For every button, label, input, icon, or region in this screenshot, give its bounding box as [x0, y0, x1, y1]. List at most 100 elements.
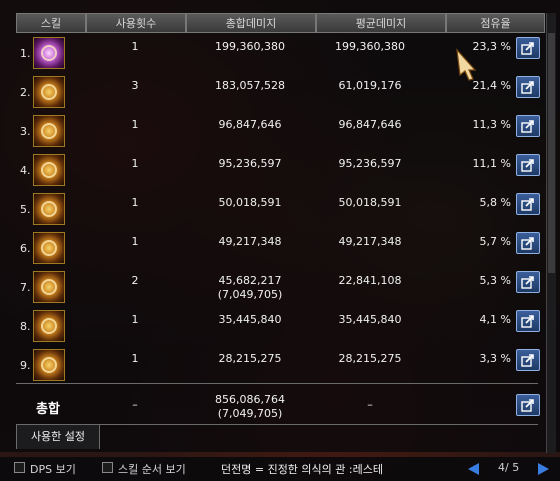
export-icon: [521, 354, 534, 367]
row-total-value: 49,217,348: [218, 235, 282, 248]
row-export-button[interactable]: [516, 76, 540, 98]
scrollbar-thumb[interactable]: [548, 33, 555, 273]
row-total-damage: 35,445,840: [190, 313, 310, 327]
starburst-skill-icon[interactable]: [33, 310, 65, 342]
table-row: 6. 1 49,217,348 49,217,348 5,7 %: [0, 230, 545, 269]
row-export-button[interactable]: [516, 232, 540, 254]
summary-total: 856,086,764 (7,049,705): [190, 393, 310, 421]
row-total-damage: 28,215,275: [190, 352, 310, 366]
row-avg-damage: 49,217,348: [338, 235, 402, 248]
row-total-value: 50,018,591: [218, 196, 282, 209]
fire-dash-skill-icon[interactable]: [33, 349, 65, 381]
target-skill-icon[interactable]: [33, 154, 65, 186]
row-total-damage: 183,057,528: [190, 79, 310, 93]
row-uses: 1: [131, 118, 139, 131]
page-indicator: 4/ 5: [498, 461, 520, 474]
row-uses: 1: [131, 196, 139, 209]
table-row: 8. 1 35,445,840 35,445,840 4,1 %: [0, 308, 545, 347]
row-share: 5,8 %: [479, 196, 511, 209]
row-share: 4,1 %: [479, 313, 511, 326]
row-total-damage: 49,217,348: [190, 235, 310, 249]
export-icon: [521, 276, 534, 289]
row-export-button[interactable]: [516, 37, 540, 59]
row-total-value: 95,236,597: [218, 157, 282, 170]
summary-uses: –: [132, 398, 138, 411]
row-avg-damage: 199,360,380: [335, 40, 405, 53]
purple-skill-icon[interactable]: [33, 37, 65, 69]
summary-avg: –: [367, 398, 373, 411]
export-icon: [521, 315, 534, 328]
row-share: 11,3 %: [472, 118, 511, 131]
header-share: 점유율: [446, 13, 545, 33]
row-index: 9.: [20, 359, 31, 372]
row-avg-damage: 96,847,646: [338, 118, 402, 131]
scrollbar[interactable]: [546, 13, 556, 453]
row-total-damage: 95,236,597: [190, 157, 310, 171]
row-share: 11,1 %: [472, 157, 511, 170]
export-icon: [521, 198, 534, 211]
header-uses: 사용횟수: [86, 13, 186, 33]
row-total-value: 183,057,528: [215, 79, 285, 92]
tab-used-settings[interactable]: 사용한 설정: [16, 424, 100, 449]
row-share: 5,3 %: [479, 274, 511, 287]
table-row: 9. 1 28,215,275 28,215,275 3,3 %: [0, 347, 545, 386]
emblem-skill-icon[interactable]: [33, 232, 65, 264]
row-uses: 1: [131, 157, 139, 170]
row-total-value: 199,360,380: [215, 40, 285, 53]
table-row: 5. 1 50,018,591 50,018,591 5,8 %: [0, 191, 545, 230]
dps-view-label[interactable]: DPS 보기: [30, 461, 76, 477]
prev-page-arrow-icon[interactable]: [468, 463, 479, 475]
row-total-damage: 96,847,646: [190, 118, 310, 132]
row-total-damage: 199,360,380: [190, 40, 310, 54]
row-uses: 1: [131, 352, 139, 365]
bottom-bar: DPS 보기 스킬 순서 보기 던전명 = 진정한 의식의 관 :레스테 4/ …: [0, 457, 560, 481]
row-total-damage: 50,018,591: [190, 196, 310, 210]
summary-divider: [16, 383, 538, 384]
export-icon: [521, 399, 534, 412]
row-index: 8.: [20, 320, 31, 333]
export-icon: [521, 159, 534, 172]
row-avg-damage: 28,215,275: [338, 352, 402, 365]
summary-total-value: 856,086,764: [215, 393, 285, 406]
row-uses: 3: [131, 79, 139, 92]
row-index: 2.: [20, 86, 31, 99]
export-icon: [521, 120, 534, 133]
golden-crown-skill-icon[interactable]: [33, 76, 65, 108]
next-page-arrow-icon[interactable]: [538, 463, 549, 475]
row-index: 5.: [20, 203, 31, 216]
table-row: 3. 1 96,847,646 96,847,646 11,3 %: [0, 113, 545, 152]
row-total-value: 35,445,840: [218, 313, 282, 326]
skill-order-checkbox[interactable]: [102, 462, 113, 473]
row-avg-damage: 22,841,108: [338, 274, 402, 287]
row-avg-damage: 61,019,176: [338, 79, 402, 92]
spear-rush-skill-icon[interactable]: [33, 271, 65, 303]
row-total-value: 45,682,217: [218, 274, 282, 287]
row-export-button[interactable]: [516, 154, 540, 176]
row-avg-damage: 95,236,597: [338, 157, 402, 170]
row-export-button[interactable]: [516, 310, 540, 332]
row-share: 3,3 %: [479, 352, 511, 365]
flame-fist-skill-icon[interactable]: [33, 115, 65, 147]
summary-export-button[interactable]: [516, 394, 540, 416]
row-index: 7.: [20, 281, 31, 294]
row-export-button[interactable]: [516, 115, 540, 137]
row-index: 1.: [20, 47, 31, 60]
slash-skill-icon[interactable]: [33, 193, 65, 225]
row-export-button[interactable]: [516, 271, 540, 293]
skill-order-label[interactable]: 스킬 순서 보기: [118, 461, 186, 477]
row-total-damage: 45,682,217 (7,049,705): [190, 274, 310, 302]
table-row: 7. 2 45,682,217 (7,049,705) 22,841,108 5,3 %: [0, 269, 545, 308]
row-export-button[interactable]: [516, 193, 540, 215]
row-export-button[interactable]: [516, 349, 540, 371]
header-total-damage: 총합데미지: [186, 13, 316, 33]
summary-label: 총합: [36, 402, 60, 417]
row-index: 4.: [20, 164, 31, 177]
dps-view-checkbox[interactable]: [14, 462, 25, 473]
row-uses: 2: [131, 274, 139, 287]
row-uses: 1: [131, 40, 139, 53]
dungeon-name: 던전명 = 진정한 의식의 관 :레스테: [221, 463, 383, 476]
table-header: 스킬 사용횟수 총합데미지 평균데미지 점유율: [0, 13, 545, 33]
row-avg-damage: 50,018,591: [338, 196, 402, 209]
summary-total-sub: (7,049,705): [217, 407, 283, 420]
export-icon: [521, 237, 534, 250]
